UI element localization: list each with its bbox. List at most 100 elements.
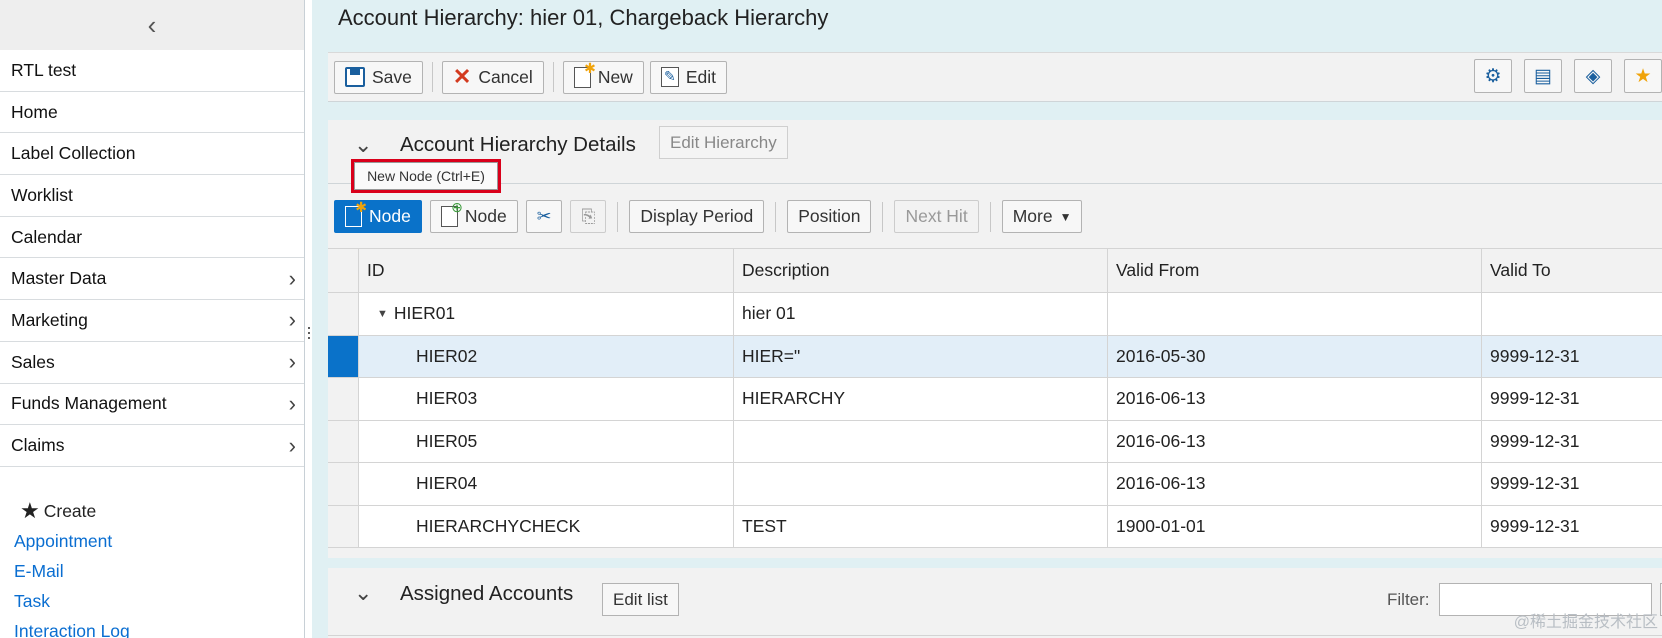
add-child-node-icon: ⊕ — [440, 199, 463, 227]
edit-button[interactable]: ✎ Edit — [649, 60, 727, 94]
cell-valid-to: 9999-12-31 — [1490, 473, 1580, 494]
cell-id: HIER03 — [359, 378, 734, 420]
cell-description — [734, 420, 1108, 462]
create-task-link[interactable]: Task — [14, 586, 304, 616]
column-header-id[interactable]: ID — [359, 249, 734, 292]
table-header-row: ID Description Valid From Valid To — [328, 249, 1662, 293]
row-selector[interactable] — [328, 335, 359, 377]
sidebar-item-rtl-test[interactable]: RTL test — [0, 50, 304, 92]
cut-button[interactable]: ✂ — [525, 200, 563, 233]
page-title: Account Hierarchy: hier 01, Chargeback H… — [338, 5, 829, 30]
column-header-valid-to[interactable]: Valid To — [1482, 249, 1662, 292]
cancel-label: Cancel — [478, 66, 533, 87]
more-label: More — [1012, 206, 1053, 226]
hierarchy-table: ID Description Valid From Valid To ▼ HIE… — [328, 248, 1662, 548]
cancel-icon: ✕ — [452, 64, 472, 89]
section-title: Assigned Accounts — [400, 582, 574, 605]
sidebar-collapse-button[interactable]: ‹ — [0, 0, 304, 50]
edit-list-button[interactable]: Edit list — [602, 583, 679, 616]
tag-icon: ◈ — [1585, 65, 1601, 87]
column-header-valid-from[interactable]: Valid From — [1108, 249, 1482, 292]
create-interaction-log-link[interactable]: Interaction Log — [14, 616, 304, 638]
row-selector[interactable] — [328, 420, 359, 462]
cell-id: ▼ HIER01 — [359, 293, 734, 335]
sidebar-item-label: Home — [11, 101, 58, 122]
cell-description: hier 01 — [734, 293, 1108, 335]
star-list-icon: ★ — [20, 498, 40, 523]
paste-button[interactable]: ⎘ — [570, 200, 607, 233]
new-button[interactable]: ✱ New — [562, 60, 644, 94]
cell-valid-from: 2016-06-13 — [1108, 378, 1482, 420]
sidebar-item-label-collection[interactable]: Label Collection — [0, 133, 304, 176]
row-selector-header[interactable] — [328, 249, 359, 292]
menu-down-icon: ▼ — [1059, 209, 1072, 224]
edit-icon: ✎ — [660, 67, 679, 87]
settings-button[interactable]: ⚙ — [1474, 59, 1512, 93]
next-hit-button[interactable]: Next Hit — [894, 200, 979, 233]
row-selector[interactable] — [328, 378, 359, 420]
sidebar: ‹ RTL test Home Label Collection Worklis… — [0, 0, 305, 638]
cell-id-text: HIER01 — [393, 303, 456, 324]
collapse-section-icon[interactable]: ⌄ — [354, 580, 372, 606]
edit-hierarchy-button[interactable]: Edit Hierarchy — [659, 126, 788, 159]
cell-description: HIERARCHY — [734, 378, 1108, 420]
sidebar-item-label: Calendar — [11, 226, 83, 247]
more-menu-button[interactable]: More ▼ — [1001, 200, 1083, 233]
watermark: @稀土掘金技术社区 — [1513, 614, 1658, 631]
table-row[interactable]: HIER04 2016-06-13 9999-12-31 — [328, 463, 1662, 506]
sidebar-item-master-data[interactable]: Master Data › — [0, 258, 304, 301]
toolbar-separator — [775, 201, 777, 232]
table-row[interactable]: ▼ HIER01 hier 01 — [328, 293, 1662, 336]
divider — [328, 183, 1662, 184]
row-selector[interactable] — [328, 463, 359, 505]
row-selector[interactable] — [328, 505, 359, 547]
sidebar-item-funds-management[interactable]: Funds Management › — [0, 384, 304, 426]
sidebar-item-home[interactable]: Home — [0, 92, 304, 134]
expand-triangle-icon[interactable]: ▼ — [377, 308, 388, 320]
display-period-button[interactable]: Display Period — [629, 200, 765, 233]
right-tools: ⚙ ▤ ◈ ★ — [1474, 59, 1662, 93]
collapse-section-icon[interactable]: ⌄ — [354, 132, 372, 158]
personalize-button[interactable]: ▤ — [1524, 59, 1562, 93]
new-node-label: Node — [369, 206, 411, 226]
create-heading: ★ Create — [14, 496, 304, 526]
cell-id: HIERARCHYCHECK — [359, 505, 734, 547]
toolbar-separator — [617, 201, 619, 232]
cell-valid-to: 9999-12-31 — [1490, 345, 1580, 366]
main-area: Account Hierarchy: hier 01, Chargeback H… — [312, 0, 1662, 638]
sidebar-item-claims[interactable]: Claims › — [0, 425, 304, 467]
create-appointment-link[interactable]: Appointment — [14, 526, 304, 556]
column-header-description[interactable]: Description — [734, 249, 1108, 292]
save-button[interactable]: Save — [334, 60, 423, 94]
sidebar-item-marketing[interactable]: Marketing › — [0, 300, 304, 342]
sidebar-item-worklist[interactable]: Worklist — [0, 175, 304, 217]
cell-valid-from: 2016-06-13 — [1108, 420, 1482, 462]
cell-description — [734, 463, 1108, 505]
sidebar-item-label: Master Data — [11, 268, 107, 289]
scissors-icon: ✂ — [536, 206, 552, 226]
row-selector[interactable] — [328, 293, 359, 335]
cancel-button[interactable]: ✕ Cancel — [441, 60, 544, 94]
table-row[interactable]: HIERARCHYCHECK TEST 1900-01-01 9999-12-3… — [328, 505, 1662, 548]
table-row[interactable]: HIER03 HIERARCHY 2016-06-13 9999-12-31 — [328, 378, 1662, 421]
table-row[interactable]: HIER02 HIER=" 2016-05-30 9999-12-31 — [328, 335, 1662, 378]
position-button[interactable]: Position — [787, 200, 872, 233]
sidebar-item-calendar[interactable]: Calendar — [0, 217, 304, 259]
cell-valid-to — [1482, 293, 1662, 335]
main-toolbar: Save ✕ Cancel ✱ New ✎ Edit ⚙ ▤ ◈ ★ — [328, 52, 1662, 102]
sidebar-item-label: Claims — [11, 435, 65, 456]
create-email-link[interactable]: E-Mail — [14, 556, 304, 586]
chevron-right-icon: › — [288, 390, 296, 416]
tag-button[interactable]: ◈ — [1574, 59, 1612, 93]
settings-icon: ⚙ — [1484, 65, 1502, 87]
table-row[interactable]: HIER05 2016-06-13 9999-12-31 — [328, 420, 1662, 463]
chevron-right-icon: › — [288, 307, 296, 333]
cell-description: TEST — [734, 505, 1108, 547]
cell-id: HIER04 — [359, 463, 734, 505]
new-child-node-label: Node — [464, 206, 507, 226]
new-child-node-button[interactable]: ⊕ Node — [429, 199, 518, 233]
sidebar-item-sales[interactable]: Sales › — [0, 342, 304, 384]
new-node-button[interactable]: ✱ Node — [334, 199, 422, 233]
favorite-add-button[interactable]: ★ — [1624, 59, 1662, 93]
sidebar-item-label: Sales — [11, 351, 55, 372]
